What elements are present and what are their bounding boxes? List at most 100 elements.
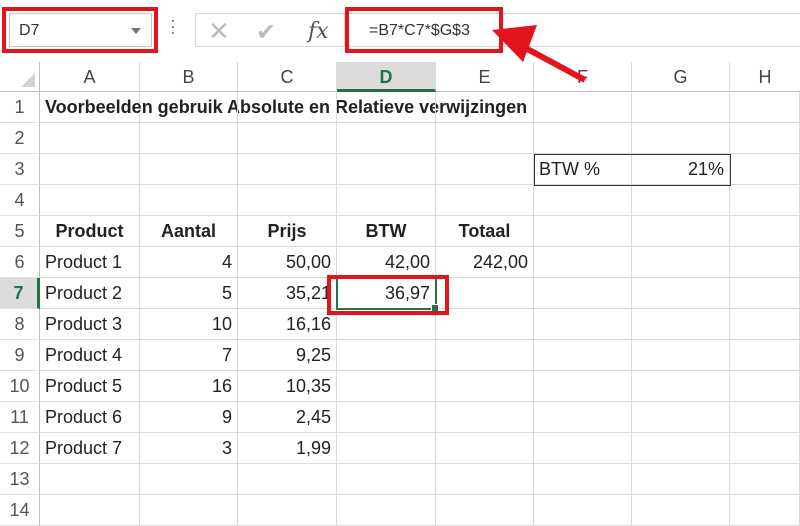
- cell-D14[interactable]: [337, 495, 436, 526]
- cell-F10[interactable]: [534, 371, 632, 402]
- cell-E4[interactable]: [436, 185, 534, 216]
- cell-H10[interactable]: [730, 371, 800, 402]
- cell-C7[interactable]: 35,21: [238, 278, 337, 309]
- formula-input[interactable]: =B7*C7*$G$3: [345, 13, 800, 47]
- drag-handle-icon[interactable]: [172, 20, 175, 40]
- cell-A13[interactable]: [40, 464, 140, 495]
- cell-H6[interactable]: [730, 247, 800, 278]
- cell-B6[interactable]: 4: [140, 247, 238, 278]
- cell-E10[interactable]: [436, 371, 534, 402]
- cell-D13[interactable]: [337, 464, 436, 495]
- cell-G9[interactable]: [632, 340, 730, 371]
- cell-E1[interactable]: [436, 92, 534, 123]
- cell-G7[interactable]: [632, 278, 730, 309]
- cell-E14[interactable]: [436, 495, 534, 526]
- cell-E7[interactable]: [436, 278, 534, 309]
- cell-B2[interactable]: [140, 123, 238, 154]
- cell-F3[interactable]: BTW %: [534, 154, 632, 185]
- column-header-H[interactable]: H: [730, 62, 800, 92]
- cell-G3[interactable]: 21%: [632, 154, 730, 185]
- column-header-C[interactable]: C: [238, 62, 337, 92]
- row-header-1[interactable]: 1: [0, 92, 40, 123]
- row-header-9[interactable]: 9: [0, 340, 40, 371]
- cell-A9[interactable]: Product 4: [40, 340, 140, 371]
- cell-D9[interactable]: [337, 340, 436, 371]
- cell-F5[interactable]: [534, 216, 632, 247]
- row-header-11[interactable]: 11: [0, 402, 40, 433]
- cell-D5[interactable]: BTW: [337, 216, 436, 247]
- cell-C9[interactable]: 9,25: [238, 340, 337, 371]
- cell-E2[interactable]: [436, 123, 534, 154]
- cell-G11[interactable]: [632, 402, 730, 433]
- row-header-5[interactable]: 5: [0, 216, 40, 247]
- cell-C11[interactable]: 2,45: [238, 402, 337, 433]
- cell-D12[interactable]: [337, 433, 436, 464]
- cell-A3[interactable]: [40, 154, 140, 185]
- cell-H5[interactable]: [730, 216, 800, 247]
- cell-C14[interactable]: [238, 495, 337, 526]
- cell-E11[interactable]: [436, 402, 534, 433]
- row-header-12[interactable]: 12: [0, 433, 40, 464]
- cell-G12[interactable]: [632, 433, 730, 464]
- cell-C2[interactable]: [238, 123, 337, 154]
- cell-G10[interactable]: [632, 371, 730, 402]
- cell-H14[interactable]: [730, 495, 800, 526]
- cell-F13[interactable]: [534, 464, 632, 495]
- row-header-8[interactable]: 8: [0, 309, 40, 340]
- cell-B4[interactable]: [140, 185, 238, 216]
- cell-H2[interactable]: [730, 123, 800, 154]
- cell-F14[interactable]: [534, 495, 632, 526]
- cell-B7[interactable]: 5: [140, 278, 238, 309]
- cell-D7[interactable]: 36,97: [337, 278, 436, 309]
- cell-G14[interactable]: [632, 495, 730, 526]
- row-header-6[interactable]: 6: [0, 247, 40, 278]
- cell-E5[interactable]: Totaal: [436, 216, 534, 247]
- cell-B14[interactable]: [140, 495, 238, 526]
- checkmark-icon[interactable]: ✔: [256, 18, 276, 47]
- cell-C13[interactable]: [238, 464, 337, 495]
- cell-B10[interactable]: 16: [140, 371, 238, 402]
- chevron-down-icon[interactable]: [131, 28, 141, 34]
- row-header-13[interactable]: 13: [0, 464, 40, 495]
- cell-F4[interactable]: [534, 185, 632, 216]
- cell-H1[interactable]: [730, 92, 800, 123]
- cell-C3[interactable]: [238, 154, 337, 185]
- cell-B8[interactable]: 10: [140, 309, 238, 340]
- cell-G8[interactable]: [632, 309, 730, 340]
- cell-D10[interactable]: [337, 371, 436, 402]
- cell-G5[interactable]: [632, 216, 730, 247]
- cell-F6[interactable]: [534, 247, 632, 278]
- column-header-A[interactable]: A: [40, 62, 140, 92]
- cell-F11[interactable]: [534, 402, 632, 433]
- cell-A1[interactable]: Voorbeelden gebruik Absolute en Relatiev…: [40, 92, 527, 123]
- cell-C4[interactable]: [238, 185, 337, 216]
- cell-D2[interactable]: [337, 123, 436, 154]
- cell-F7[interactable]: [534, 278, 632, 309]
- cell-F8[interactable]: [534, 309, 632, 340]
- name-box[interactable]: D7: [9, 13, 152, 47]
- cell-F1[interactable]: [534, 92, 632, 123]
- row-header-7[interactable]: 7: [0, 278, 40, 309]
- cell-A7[interactable]: Product 2: [40, 278, 140, 309]
- cell-G4[interactable]: [632, 185, 730, 216]
- cell-D8[interactable]: [337, 309, 436, 340]
- cell-E3[interactable]: [436, 154, 534, 185]
- cell-B12[interactable]: 3: [140, 433, 238, 464]
- cell-C1[interactable]: [238, 92, 337, 123]
- cell-G1[interactable]: [632, 92, 730, 123]
- cell-C10[interactable]: 10,35: [238, 371, 337, 402]
- cell-C8[interactable]: 16,16: [238, 309, 337, 340]
- cell-E8[interactable]: [436, 309, 534, 340]
- cell-B11[interactable]: 9: [140, 402, 238, 433]
- cell-E13[interactable]: [436, 464, 534, 495]
- row-header-2[interactable]: 2: [0, 123, 40, 154]
- cell-A14[interactable]: [40, 495, 140, 526]
- cell-E6[interactable]: 242,00: [436, 247, 534, 278]
- cell-H3[interactable]: [730, 154, 800, 185]
- cell-H12[interactable]: [730, 433, 800, 464]
- cell-D6[interactable]: 42,00: [337, 247, 436, 278]
- cell-C12[interactable]: 1,99: [238, 433, 337, 464]
- cell-H7[interactable]: [730, 278, 800, 309]
- cell-A4[interactable]: [40, 185, 140, 216]
- cell-B5[interactable]: Aantal: [140, 216, 238, 247]
